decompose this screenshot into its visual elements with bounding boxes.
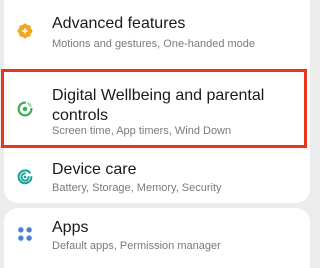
- settings-card-bottom: Apps Default apps, Permission manager: [4, 208, 310, 268]
- device-care-icon: [16, 168, 34, 186]
- gear-plus-icon: [16, 22, 34, 40]
- settings-item-title: Advanced features: [52, 15, 186, 32]
- settings-item-subtitle: Default apps, Permission manager: [52, 240, 221, 252]
- settings-item-device-care[interactable]: Device care Battery, Storage, Memory, Se…: [4, 150, 310, 203]
- settings-item-apps[interactable]: Apps Default apps, Permission manager: [4, 208, 310, 264]
- settings-card-top: Advanced features Motions and gestures, …: [4, 0, 310, 203]
- settings-item-digital-wellbeing[interactable]: Digital Wellbeing and parental controls …: [4, 72, 310, 147]
- apps-grid-icon: [16, 225, 34, 243]
- settings-item-advanced-features[interactable]: Advanced features Motions and gestures, …: [4, 0, 310, 62]
- settings-item-subtitle: Battery, Storage, Memory, Security: [52, 182, 222, 194]
- settings-item-title: Digital Wellbeing and parental controls: [52, 87, 265, 124]
- settings-item-subtitle: Motions and gestures, One-handed mode: [52, 38, 256, 50]
- settings-item-title: Device care: [52, 161, 137, 178]
- settings-item-title: Apps: [52, 219, 89, 236]
- settings-item-subtitle: Screen time, App timers, Wind Down: [52, 125, 232, 137]
- wellbeing-icon: [16, 100, 34, 118]
